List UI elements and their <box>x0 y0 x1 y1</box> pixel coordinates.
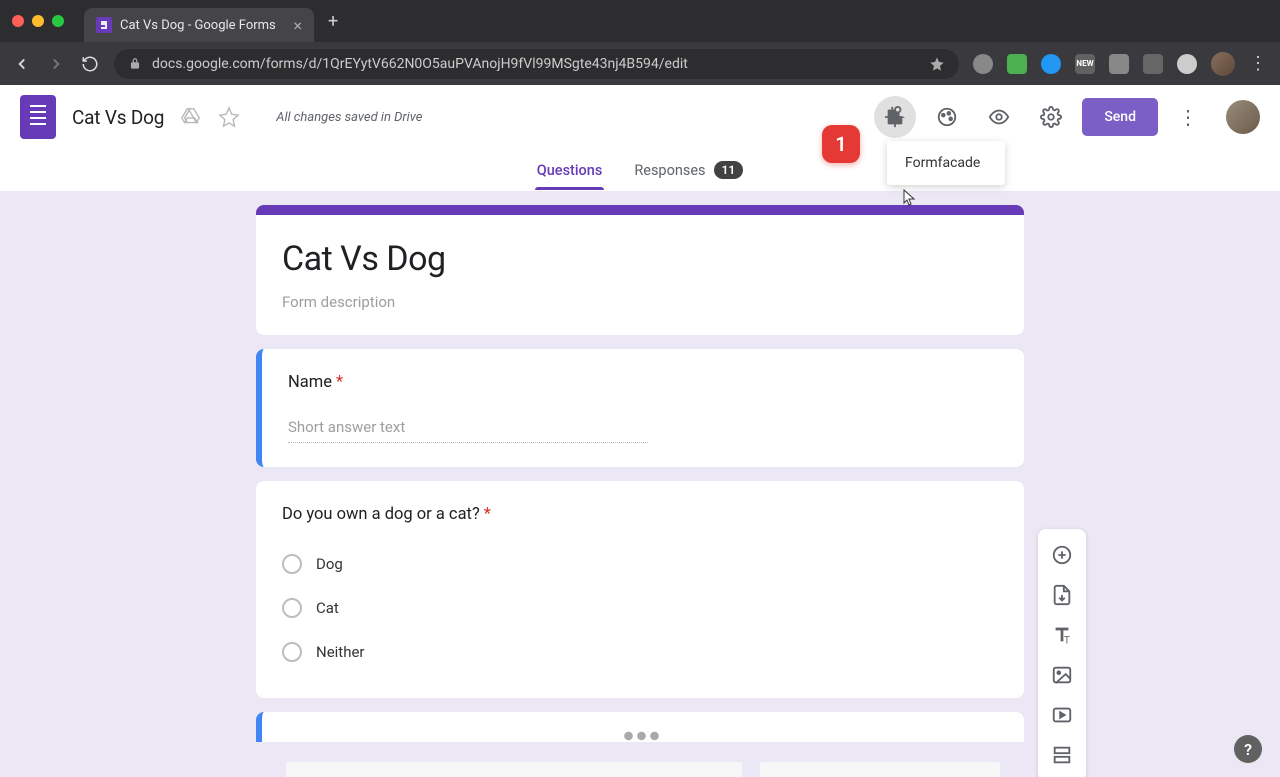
ext-icon-1[interactable] <box>973 54 993 74</box>
app-header: Cat Vs Dog All changes saved in Drive Se… <box>0 85 1280 149</box>
more-menu-icon[interactable]: ⋮ <box>1168 105 1208 129</box>
back-button[interactable] <box>12 54 32 74</box>
theme-button[interactable] <box>926 96 968 138</box>
move-to-drive-icon[interactable] <box>180 106 202 128</box>
add-video-button[interactable] <box>1042 695 1082 735</box>
question-input-placeholder[interactable] <box>286 762 742 777</box>
ext-icon-2[interactable] <box>1007 54 1027 74</box>
required-star-icon: * <box>336 373 343 392</box>
window-maximize-icon[interactable] <box>52 15 64 27</box>
browser-titlebar: Cat Vs Dog - Google Forms × + <box>0 0 1280 42</box>
ext-icon-7[interactable] <box>1177 54 1197 74</box>
addon-menu-item[interactable]: Formfacade <box>905 155 987 171</box>
short-answer-field: Short answer text <box>288 410 648 443</box>
bookmark-star-icon[interactable] <box>929 56 945 72</box>
required-star-icon: * <box>484 505 491 524</box>
browser-menu-icon[interactable]: ⋮ <box>1249 53 1268 74</box>
question-card-3[interactable]: ⦁⦁⦁ <box>256 712 1024 742</box>
browser-tab[interactable]: Cat Vs Dog - Google Forms × <box>84 8 314 42</box>
ext-icon-4[interactable]: NEW <box>1075 54 1095 74</box>
question-label: Name* <box>288 373 998 392</box>
window-close-icon[interactable] <box>12 15 24 27</box>
addons-button[interactable] <box>874 96 916 138</box>
tab-title: Cat Vs Dog - Google Forms <box>120 18 285 33</box>
tab-responses[interactable]: Responses 11 <box>632 151 745 189</box>
tab-questions[interactable]: Questions <box>535 152 605 189</box>
cursor-icon <box>903 189 917 207</box>
account-avatar[interactable] <box>1226 100 1260 134</box>
question-card-1[interactable]: Name* Short answer text <box>256 349 1024 467</box>
tab-close-icon[interactable]: × <box>293 16 302 35</box>
form-header-card[interactable]: Cat Vs Dog Form description <box>256 205 1024 335</box>
radio-icon <box>282 598 302 618</box>
option-row[interactable]: Neither <box>282 630 998 674</box>
radio-icon <box>282 554 302 574</box>
settings-button[interactable] <box>1030 96 1072 138</box>
options-list: Dog Cat Neither <box>282 542 998 674</box>
ext-icon-5[interactable] <box>1109 54 1129 74</box>
radio-icon <box>282 642 302 662</box>
addon-dropdown: Formfacade <box>887 141 1005 185</box>
question-type-selector[interactable] <box>760 762 1000 777</box>
preview-button[interactable] <box>978 96 1020 138</box>
form-canvas: Cat Vs Dog Form description Name* Short … <box>0 191 1280 777</box>
browser-avatar[interactable] <box>1211 52 1235 76</box>
star-icon[interactable] <box>218 106 240 128</box>
help-button[interactable]: ? <box>1234 735 1262 763</box>
form-description[interactable]: Form description <box>282 293 998 311</box>
option-row[interactable]: Dog <box>282 542 998 586</box>
form-name[interactable]: Cat Vs Dog <box>72 106 164 129</box>
step-badge: 1 <box>822 125 860 163</box>
option-row[interactable]: Cat <box>282 586 998 630</box>
drag-handle-icon[interactable]: ⦁⦁⦁ <box>286 718 1000 750</box>
tabs-row: Questions Responses 11 <box>0 149 1280 191</box>
question-label: Do you own a dog or a cat?* <box>282 505 998 524</box>
add-title-button[interactable]: T <box>1042 615 1082 655</box>
address-text: docs.google.com/forms/d/1QrEYytV662N0O5a… <box>152 56 688 72</box>
ext-icon-3[interactable] <box>1041 54 1061 74</box>
lock-icon <box>128 57 142 71</box>
form-title[interactable]: Cat Vs Dog <box>282 239 998 279</box>
question-card-2[interactable]: Do you own a dog or a cat?* Dog Cat <box>256 481 1024 698</box>
form-wrap: Cat Vs Dog Form description Name* Short … <box>256 205 1024 742</box>
add-section-button[interactable] <box>1042 735 1082 775</box>
option-label: Cat <box>316 599 339 617</box>
option-label: Neither <box>316 643 365 661</box>
forms-favicon-icon <box>96 17 112 33</box>
svg-text:T: T <box>1064 635 1070 646</box>
reload-button[interactable] <box>80 54 100 74</box>
window-minimize-icon[interactable] <box>32 15 44 27</box>
add-question-button[interactable] <box>1042 535 1082 575</box>
extension-icons: NEW ⋮ <box>973 52 1268 76</box>
option-label: Dog <box>316 555 343 573</box>
browser-chrome: Cat Vs Dog - Google Forms × + docs.googl… <box>0 0 1280 85</box>
question-toolbar: T <box>1038 529 1086 777</box>
browser-toolbar: docs.google.com/forms/d/1QrEYytV662N0O5a… <box>0 42 1280 85</box>
responses-count-badge: 11 <box>714 161 744 179</box>
new-tab-button[interactable]: + <box>328 11 338 32</box>
forms-logo-icon[interactable] <box>20 95 56 139</box>
save-status: All changes saved in Drive <box>276 110 422 125</box>
add-image-button[interactable] <box>1042 655 1082 695</box>
address-bar[interactable]: docs.google.com/forms/d/1QrEYytV662N0O5a… <box>114 49 959 79</box>
ext-icon-6[interactable] <box>1143 54 1163 74</box>
import-questions-button[interactable] <box>1042 575 1082 615</box>
forms-app: Cat Vs Dog All changes saved in Drive Se… <box>0 85 1280 777</box>
window-controls <box>12 15 64 27</box>
header-actions: Send ⋮ <box>874 96 1260 138</box>
send-button[interactable]: Send <box>1082 98 1158 136</box>
forward-button[interactable] <box>46 54 66 74</box>
